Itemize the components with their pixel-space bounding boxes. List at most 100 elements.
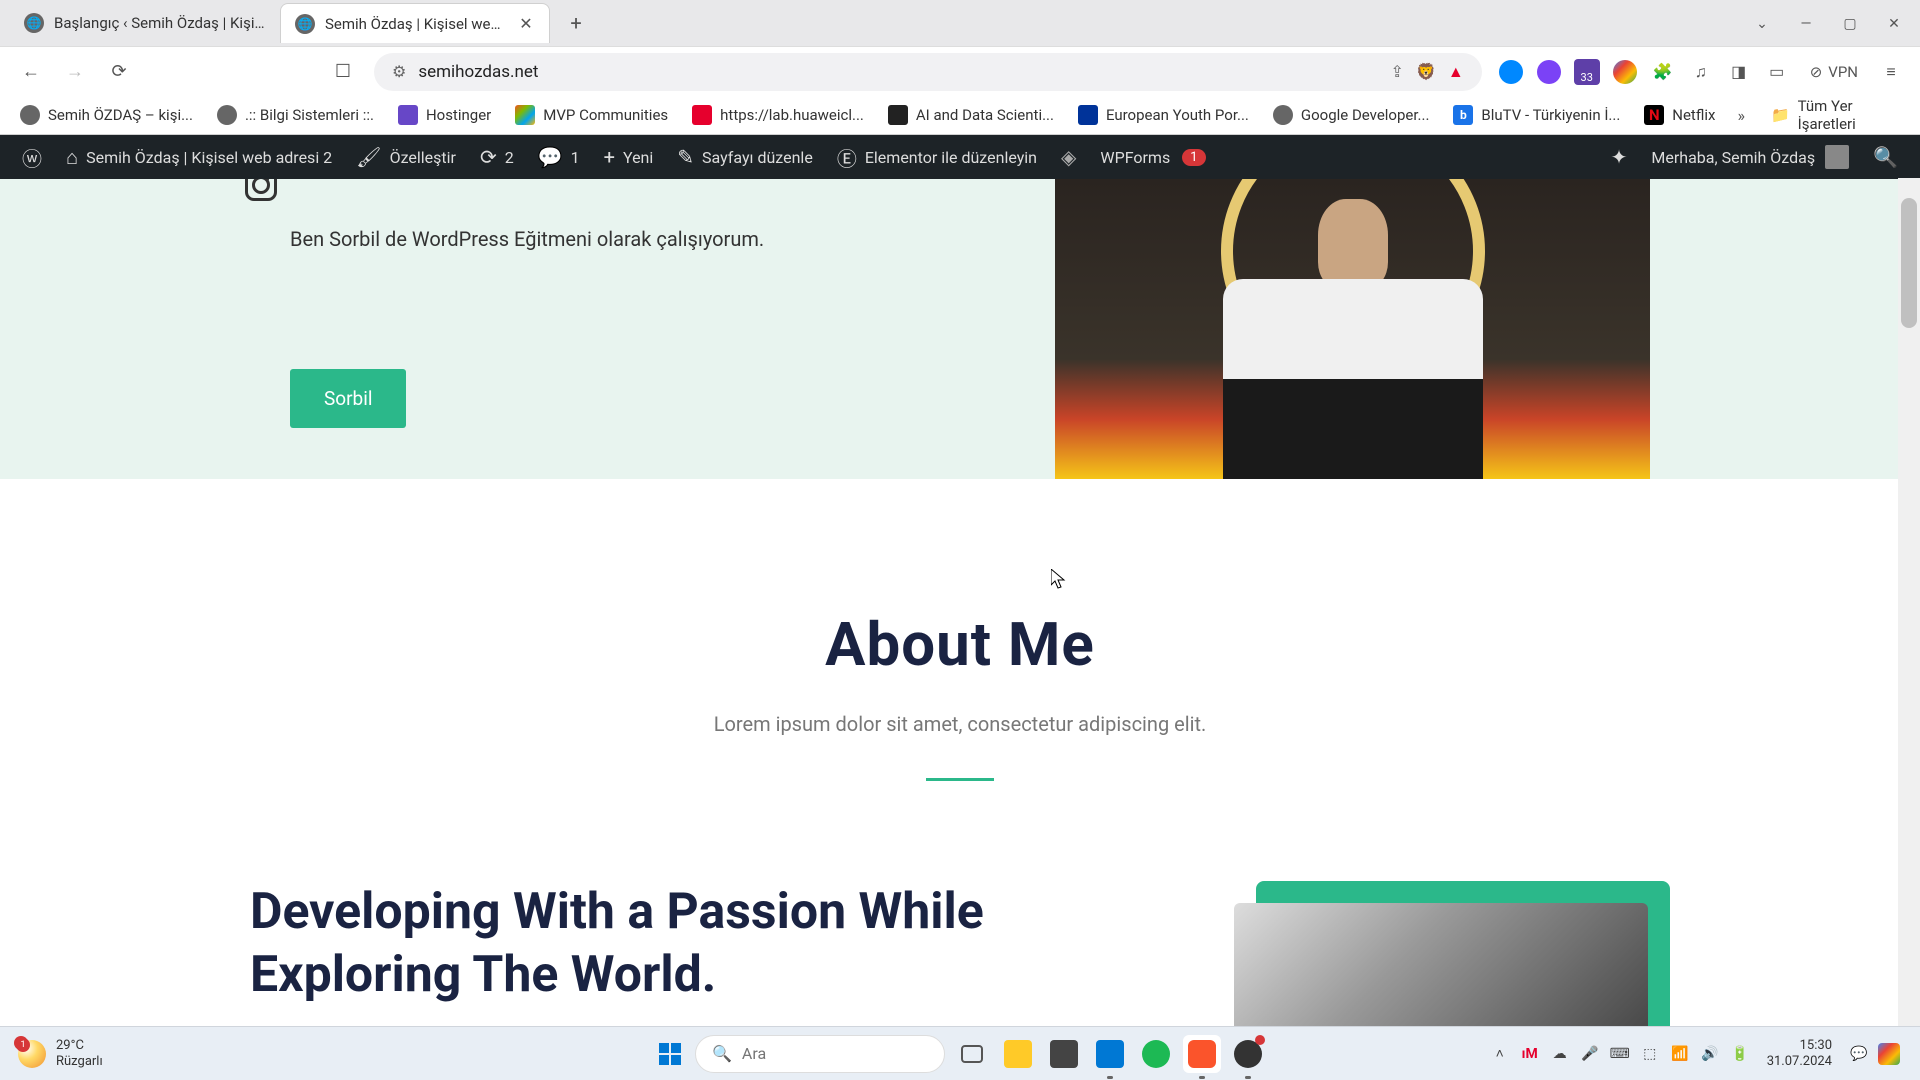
close-icon[interactable]: ✕ xyxy=(1878,8,1910,40)
weather-badge: 1 xyxy=(16,1038,30,1052)
bookmark-item[interactable]: bBluTV - Türkiyenin İ... xyxy=(1443,101,1630,129)
wp-ai-icon[interactable]: ✦ xyxy=(1599,135,1640,179)
wp-theme-icon[interactable]: ◈ xyxy=(1049,135,1088,179)
instagram-icon[interactable] xyxy=(245,179,277,201)
site-settings-icon[interactable]: ⚙ xyxy=(392,62,406,81)
menu-icon[interactable]: ≡ xyxy=(1876,57,1906,87)
extensions-icon[interactable]: 🧩 xyxy=(1648,57,1678,87)
back-button[interactable]: ← xyxy=(14,55,48,89)
wp-site-name[interactable]: ⌂Semih Özdaş | Kişisel web adresi 2 xyxy=(54,135,344,179)
scrollbar-thumb[interactable] xyxy=(1901,198,1917,328)
extension-icon[interactable] xyxy=(1534,57,1564,87)
hero-text: Ben Sorbil de WordPress Eğitmeni olarak … xyxy=(290,227,764,251)
window-controls: ⌄ — ▢ ✕ xyxy=(1746,8,1910,40)
shazam-icon[interactable] xyxy=(1496,57,1526,87)
page-content: Ben Sorbil de WordPress Eğitmeni olarak … xyxy=(0,179,1920,1027)
maximize-icon[interactable]: ▢ xyxy=(1834,8,1866,40)
bookmark-item[interactable]: MVP Communities xyxy=(505,101,678,129)
music-icon[interactable]: ♫ xyxy=(1686,57,1716,87)
sidepanel-icon[interactable]: ◨ xyxy=(1724,57,1754,87)
bookmark-item[interactable]: https://lab.huaweicl... xyxy=(682,101,874,129)
clock[interactable]: 15:30 31.07.2024 xyxy=(1767,1038,1832,1069)
bookmark-item[interactable]: European Youth Por... xyxy=(1068,101,1259,129)
browser-tab-active[interactable]: 🌐 Semih Özdaş | Kişisel web adre ✕ xyxy=(280,3,550,43)
close-icon[interactable]: ✕ xyxy=(517,15,535,33)
system-tray: ˄ ıM ☁ 🎤 ⌨ ⬚ 📶 🔊 🔋 15:30 31.07.2024 💬 xyxy=(1487,1038,1902,1069)
taskview-icon[interactable] xyxy=(953,1035,991,1073)
bookmark-item[interactable]: Google Developer... xyxy=(1263,101,1440,129)
tab-title: Başlangıç ‹ Semih Özdaş | Kişisel we… xyxy=(54,14,266,32)
start-button[interactable] xyxy=(653,1037,687,1071)
about-subtitle: Lorem ipsum dolor sit amet, consectetur … xyxy=(0,712,1920,736)
explorer-icon[interactable] xyxy=(999,1035,1037,1073)
volume-icon[interactable]: 🔊 xyxy=(1697,1041,1723,1067)
scrollbar[interactable] xyxy=(1898,178,1920,1026)
taskbar: 1 29°C Rüzgarlı 🔍 ˄ ıM ☁ 🎤 ⌨ ⬚ 📶 🔊 🔋 xyxy=(0,1026,1920,1080)
wp-new[interactable]: +Yeni xyxy=(592,135,666,179)
mic-icon[interactable]: 🎤 xyxy=(1577,1041,1603,1067)
browser-tab-inactive[interactable]: 🌐 Başlangıç ‹ Semih Özdaş | Kişisel we… xyxy=(10,3,280,43)
extension-icon[interactable] xyxy=(1610,57,1640,87)
unity-icon[interactable] xyxy=(1045,1035,1083,1073)
taskbar-search[interactable]: 🔍 xyxy=(695,1035,945,1073)
wp-logo[interactable]: ⓦ xyxy=(10,135,54,179)
tray-overflow-icon[interactable]: ˄ xyxy=(1487,1041,1513,1067)
obs-icon[interactable] xyxy=(1229,1035,1267,1073)
wp-user-menu[interactable]: Merhaba, Semih Özdaş xyxy=(1639,145,1861,169)
wifi-icon[interactable]: 📶 xyxy=(1667,1041,1693,1067)
wp-elementor[interactable]: ⒺElementor ile düzenleyin xyxy=(825,135,1049,179)
keyboard-icon[interactable]: ⌨ xyxy=(1607,1041,1633,1067)
vpn-button[interactable]: ⊘VPN xyxy=(1800,59,1868,85)
share-icon[interactable]: ⇪ xyxy=(1391,62,1404,81)
url-input[interactable]: ⚙ semihozdas.net ⇪ 🦁 ▲ xyxy=(374,53,1482,91)
bookmark-item[interactable]: .:: Bilgi Sistemleri ::. xyxy=(207,101,384,129)
search-input[interactable] xyxy=(742,1044,945,1063)
minimize-icon[interactable]: — xyxy=(1790,8,1822,40)
address-bar: ← → ⟳ ☐ ⚙ semihozdas.net ⇪ 🦁 ▲ 33 🧩 ♫ ◨ … xyxy=(0,46,1920,96)
new-tab-button[interactable]: + xyxy=(560,7,592,39)
tab-bar: 🌐 Başlangıç ‹ Semih Özdaş | Kişisel we… … xyxy=(0,0,1920,46)
wp-comments[interactable]: 💬1 xyxy=(526,135,592,179)
weather-widget[interactable]: 1 29°C Rüzgarlı xyxy=(18,1038,103,1069)
language-icon[interactable]: ⬚ xyxy=(1637,1041,1663,1067)
tabs-dropdown-icon[interactable]: ⌄ xyxy=(1746,8,1778,40)
weather-text: 29°C Rüzgarlı xyxy=(56,1038,103,1069)
brave-rewards-icon[interactable]: ▲ xyxy=(1448,62,1464,82)
wp-search-icon[interactable]: 🔍 xyxy=(1861,135,1910,179)
battery-icon[interactable]: 🔋 xyxy=(1727,1041,1753,1067)
wp-customize[interactable]: 🖌Özelleştir xyxy=(344,135,468,179)
dev-image-wrap xyxy=(1256,881,1670,1027)
sorbil-button[interactable]: Sorbil xyxy=(290,369,406,428)
avatar xyxy=(1825,145,1849,169)
tab-title: Semih Özdaş | Kişisel web adre xyxy=(325,15,507,33)
search-icon: 🔍 xyxy=(712,1044,732,1063)
wallet-icon[interactable]: ▭ xyxy=(1762,57,1792,87)
wp-admin-bar: ⓦ ⌂Semih Özdaş | Kişisel web adresi 2 🖌Ö… xyxy=(0,135,1920,179)
bookmark-item[interactable]: AI and Data Scienti... xyxy=(878,101,1064,129)
vscode-icon[interactable] xyxy=(1091,1035,1129,1073)
bookmark-icon[interactable]: ☐ xyxy=(326,55,360,89)
brave-icon[interactable] xyxy=(1183,1035,1221,1073)
bookmark-item[interactable]: Semih ÖZDAŞ – kişi... xyxy=(10,101,203,129)
globe-icon: 🌐 xyxy=(295,14,315,34)
brave-shield-icon[interactable]: 🦁 xyxy=(1416,62,1436,81)
about-section: About Me Lorem ipsum dolor sit amet, con… xyxy=(0,479,1920,781)
bookmark-item[interactable]: NNetflix xyxy=(1634,101,1725,129)
wp-updates[interactable]: ⟳2 xyxy=(468,135,526,179)
bookmark-bar: Semih ÖZDAŞ – kişi... .:: Bilgi Sistemle… xyxy=(0,96,1920,134)
tray-app-icon[interactable]: ıM xyxy=(1517,1041,1543,1067)
bookmark-item[interactable]: Hostinger xyxy=(388,101,501,129)
copilot-icon[interactable] xyxy=(1876,1041,1902,1067)
bookmark-overflow-icon[interactable]: » xyxy=(1729,102,1753,129)
wp-edit-page[interactable]: ✎Sayfayı düzenle xyxy=(665,135,825,179)
onedrive-icon[interactable]: ☁ xyxy=(1547,1041,1573,1067)
bookmarks-folder[interactable]: 📁Tüm Yer İşaretleri xyxy=(1761,93,1910,137)
hero-image xyxy=(1055,179,1650,479)
forward-button[interactable]: → xyxy=(58,55,92,89)
extension-badge-icon[interactable]: 33 xyxy=(1572,57,1602,87)
reload-button[interactable]: ⟳ xyxy=(102,55,136,89)
spotify-icon[interactable] xyxy=(1137,1035,1175,1073)
notifications-icon[interactable]: 💬 xyxy=(1846,1041,1872,1067)
about-title: About Me xyxy=(0,609,1920,680)
wp-wpforms[interactable]: WPForms1 xyxy=(1088,135,1217,179)
